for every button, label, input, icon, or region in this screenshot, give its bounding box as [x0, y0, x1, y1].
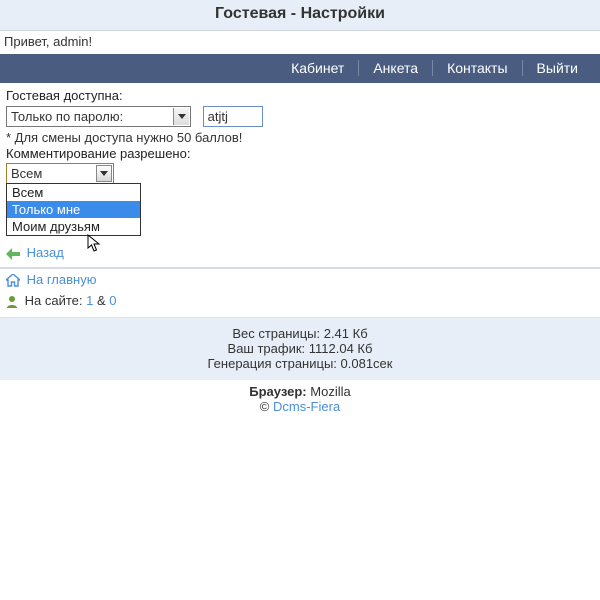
stats-block: Вес страницы: 2.41 Кб Ваш трафик: 1112.0… [0, 317, 600, 380]
nav-cabinet[interactable]: Кабинет [277, 60, 358, 76]
dropdown-option-onlyme[interactable]: Только мне [7, 201, 140, 218]
nav-logout[interactable]: Выйти [522, 60, 592, 76]
arrow-left-icon [6, 248, 20, 260]
stat-gen: Генерация страницы: 0.081сек [0, 356, 600, 371]
stat-traffic: Ваш трафик: 1112.04 Кб [0, 341, 600, 356]
chevron-down-icon [173, 108, 189, 125]
access-label: Гостевая доступна: [6, 88, 594, 103]
footer: Браузер: Mozilla © Dcms-Fiera [0, 380, 600, 418]
nav-contacts[interactable]: Контакты [432, 60, 521, 76]
nav-anketa[interactable]: Анкета [358, 60, 432, 76]
site-link[interactable]: Dcms-Fiera [273, 399, 340, 414]
access-select-value: Только по паролю: [11, 109, 123, 124]
browser-label: Браузер: [249, 384, 306, 399]
user-icon [6, 295, 18, 308]
comment-select-value: Всем [11, 166, 42, 181]
online-count-2[interactable]: 0 [109, 293, 116, 308]
home-icon [6, 274, 20, 287]
access-select[interactable]: Только по паролю: [6, 106, 191, 127]
dropdown-option-friends[interactable]: Моим друзьям [7, 218, 140, 235]
back-row: Назад [0, 242, 600, 263]
back-link[interactable]: Назад [27, 245, 64, 260]
comment-dropdown: Всем Только мне Моим друзьям [6, 183, 141, 236]
copyright-symbol: © [260, 399, 270, 414]
online-row: На сайте: 1 & 0 [0, 290, 600, 311]
comment-select[interactable]: Всем [6, 163, 114, 184]
chevron-down-icon [96, 165, 112, 182]
greeting: Привет, admin! [0, 31, 600, 54]
dropdown-option-all[interactable]: Всем [7, 184, 140, 201]
home-row: На главную [0, 269, 600, 290]
password-input[interactable]: atjtj [203, 106, 263, 127]
browser-value: Mozilla [310, 384, 350, 399]
settings-form: Гостевая доступна: Только по паролю: atj… [0, 83, 600, 186]
points-note: * Для смены доступа нужно 50 баллов! [6, 130, 594, 145]
online-label: На сайте: [25, 293, 86, 308]
stat-weight: Вес страницы: 2.41 Кб [0, 326, 600, 341]
comment-label: Комментирование разрешено: [6, 146, 594, 161]
home-link[interactable]: На главную [27, 272, 97, 287]
online-amp: & [93, 293, 109, 308]
top-nav: Кабинет Анкета Контакты Выйти [0, 54, 600, 83]
page-title: Гостевая - Настройки [0, 0, 600, 31]
